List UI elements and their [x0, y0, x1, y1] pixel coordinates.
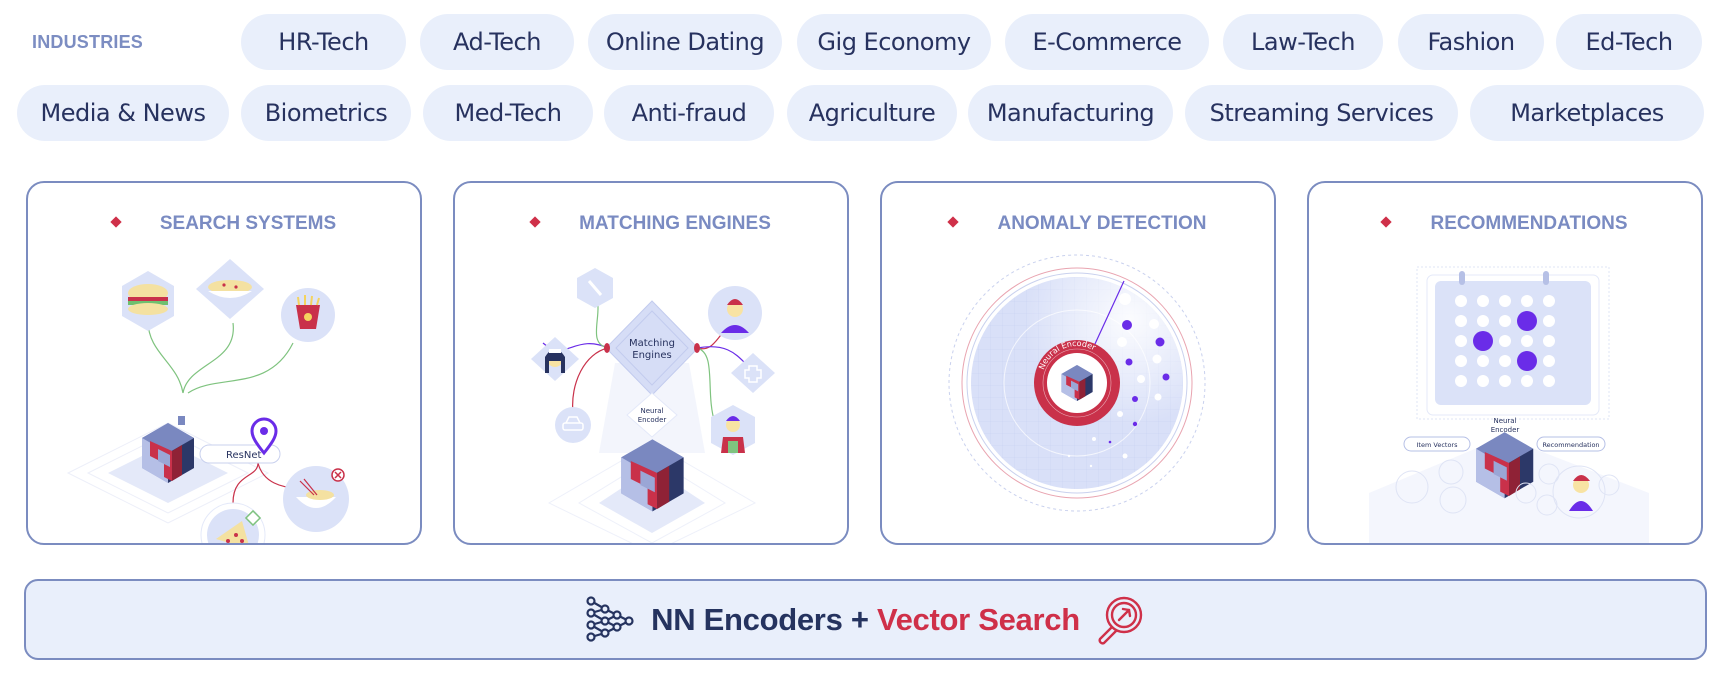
calendar-grid-icon	[1426, 271, 1600, 416]
farmer-icon	[711, 405, 755, 455]
industry-pill-law-tech[interactable]: Law-Tech	[1223, 14, 1383, 70]
burger-icon	[122, 271, 174, 331]
pizza-icon	[200, 502, 266, 543]
medical-cross-icon	[731, 353, 775, 393]
card-anomaly-detection[interactable]: ANOMALY DETECTION Neural Encoder	[880, 181, 1276, 545]
industry-pill-anti-fraud[interactable]: Anti-fraud	[604, 85, 774, 141]
item-dot	[1543, 375, 1555, 387]
magnifier-icon	[1098, 596, 1143, 644]
industry-pill-ad-tech[interactable]: Ad-Tech	[420, 14, 574, 70]
item-dot	[1477, 295, 1489, 307]
diamond-bullet-icon	[1380, 216, 1393, 228]
anomaly-detection-illustration: Neural Encoder	[948, 254, 1206, 512]
item-dot	[1455, 295, 1467, 307]
search-systems-illustration: ResNet	[66, 259, 349, 543]
item-dot	[1521, 375, 1533, 387]
item-dot	[1521, 295, 1533, 307]
recommendation-tag: Recommendation	[1542, 441, 1599, 449]
item-dot	[1543, 315, 1555, 327]
item-dot	[1477, 375, 1489, 387]
banner-title: NN Encoders + Vector Search	[651, 602, 1080, 638]
pasta-icon	[196, 259, 264, 319]
card-search-systems[interactable]: SEARCH SYSTEMS ResNet	[26, 181, 422, 545]
card-title: ANOMALY DETECTION	[997, 213, 1207, 234]
item-dot	[1543, 335, 1555, 347]
industry-pill-streaming[interactable]: Streaming Services	[1185, 85, 1458, 141]
item-dot	[1543, 355, 1555, 367]
item-dot	[1455, 315, 1467, 327]
industry-pill-agriculture[interactable]: Agriculture	[787, 85, 957, 141]
card-recommendations[interactable]: RECOMMENDATIONS Neural Encoder Item Vect…	[1307, 181, 1703, 545]
item-dot	[1499, 335, 1511, 347]
noodles-icon	[283, 466, 349, 532]
center-label-1: Matching	[629, 338, 675, 349]
item-dot	[1499, 375, 1511, 387]
recommendations-illustration: Neural Encoder Item Vectors Recommendati…	[1369, 266, 1649, 543]
item-dot	[1499, 295, 1511, 307]
center-label-2: Engines	[632, 350, 671, 361]
highlighted-item-dot	[1517, 311, 1537, 331]
industry-pill-e-commerce[interactable]: E-Commerce	[1005, 14, 1209, 70]
item-dot	[1543, 295, 1555, 307]
diamond-bullet-icon	[110, 216, 122, 228]
matching-engines-illustration: Matching Engines Neural Encoder	[531, 268, 775, 543]
encoder-label-1: Neural	[1493, 417, 1516, 425]
industry-pill-manufacturing[interactable]: Manufacturing	[968, 85, 1173, 141]
card-title: RECOMMENDATIONS	[1430, 213, 1628, 234]
banner-part-2: Vector Search	[876, 601, 1080, 637]
industry-pill-ed-tech[interactable]: Ed-Tech	[1556, 14, 1702, 70]
banner: NN Encoders + Vector Search	[24, 579, 1707, 660]
industry-pill-online-dating[interactable]: Online Dating	[588, 14, 782, 70]
highlighted-item-dot	[1473, 331, 1493, 351]
item-dot	[1455, 335, 1467, 347]
item-dot	[1455, 375, 1467, 387]
driver-icon	[708, 286, 762, 340]
highlighted-item-dot	[1517, 351, 1537, 371]
item-dot	[1477, 355, 1489, 367]
industry-pill-biometrics[interactable]: Biometrics	[241, 85, 411, 141]
car-icon	[555, 407, 591, 443]
industry-pill-fashion[interactable]: Fashion	[1398, 14, 1544, 70]
model-label: ResNet	[226, 450, 261, 461]
fries-icon	[281, 288, 335, 342]
card-title: MATCHING ENGINES	[579, 213, 771, 234]
item-dot	[1477, 315, 1489, 327]
encoder-label-2: Encoder	[638, 416, 667, 424]
diamond-bullet-icon	[529, 216, 541, 228]
card-matching-engines[interactable]: MATCHING ENGINES Matching Engines Neural…	[453, 181, 849, 545]
nurse-icon	[531, 337, 579, 381]
industries-label: INDUSTRIES	[32, 32, 144, 52]
industry-pill-marketplaces[interactable]: Marketplaces	[1470, 85, 1704, 141]
banner-part-1: NN Encoders +	[651, 601, 877, 637]
item-dot	[1455, 355, 1467, 367]
encoder-label-1: Neural	[640, 407, 663, 415]
cross-icon	[331, 468, 345, 482]
industry-pill-hr-tech[interactable]: HR-Tech	[241, 14, 406, 70]
industry-pill-med-tech[interactable]: Med-Tech	[423, 85, 593, 141]
card-title: SEARCH SYSTEMS	[159, 213, 337, 234]
diamond-bullet-icon	[947, 216, 960, 228]
item-dot	[1499, 315, 1511, 327]
industry-pill-media-news[interactable]: Media & News	[17, 85, 229, 141]
item-dot	[1521, 335, 1533, 347]
wrench-icon	[577, 268, 613, 308]
item-dot	[1499, 355, 1511, 367]
item-vectors-tag: Item Vectors	[1417, 441, 1459, 449]
industry-pill-gig-economy[interactable]: Gig Economy	[797, 14, 991, 70]
neural-network-icon	[586, 595, 634, 642]
